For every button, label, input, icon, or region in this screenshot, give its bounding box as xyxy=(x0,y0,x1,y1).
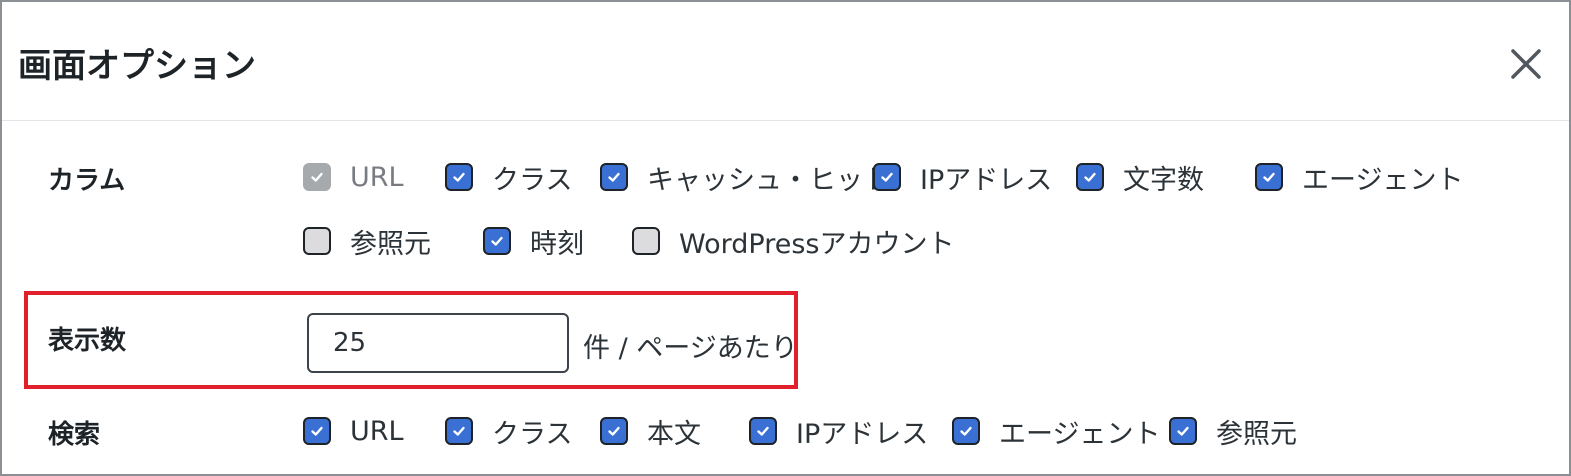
option-label: 本文 xyxy=(647,418,701,450)
check-icon xyxy=(608,426,620,436)
check-icon xyxy=(608,172,620,182)
column-option-wordpress-account[interactable]: WordPressアカウント xyxy=(632,224,955,260)
checkbox[interactable] xyxy=(632,227,660,255)
check-icon xyxy=(881,172,893,182)
checkbox[interactable] xyxy=(600,417,628,445)
search-option-agent[interactable]: エージェント xyxy=(952,414,1161,450)
checkbox[interactable] xyxy=(749,417,777,445)
close-icon xyxy=(1511,49,1541,79)
checkbox[interactable] xyxy=(600,163,628,191)
pagination-label: 表示数 xyxy=(48,326,127,356)
checkbox[interactable] xyxy=(1076,163,1104,191)
option-label: URL xyxy=(350,415,404,447)
dialog-title: 画面オプション xyxy=(18,46,256,86)
option-label: WordPressアカウント xyxy=(679,228,955,260)
check-icon xyxy=(1263,172,1275,182)
close-button[interactable] xyxy=(1504,42,1548,86)
option-label: エージェント xyxy=(1302,164,1464,196)
check-icon xyxy=(1177,426,1189,436)
option-label: 参照元 xyxy=(1216,418,1297,450)
checkbox[interactable] xyxy=(303,163,331,191)
checkbox[interactable] xyxy=(445,417,473,445)
column-option-referrer[interactable]: 参照元 xyxy=(303,224,431,260)
search-option-referrer[interactable]: 参照元 xyxy=(1169,414,1297,450)
option-label: IPアドレス xyxy=(796,418,929,450)
option-label: URL xyxy=(350,161,404,193)
items-per-page-input[interactable] xyxy=(307,313,569,373)
check-icon xyxy=(311,172,323,182)
option-label: 時刻 xyxy=(530,228,584,260)
column-option-time[interactable]: 時刻 xyxy=(483,224,584,260)
checkbox[interactable] xyxy=(483,227,511,255)
column-option-ip-address[interactable]: IPアドレス xyxy=(873,160,1053,196)
check-icon xyxy=(311,426,323,436)
check-icon xyxy=(453,172,465,182)
search-option-url[interactable]: URL xyxy=(303,414,404,448)
option-label: IPアドレス xyxy=(920,164,1053,196)
check-icon xyxy=(757,426,769,436)
column-option-class[interactable]: クラス xyxy=(445,160,573,196)
option-label: クラス xyxy=(492,418,573,450)
checkbox[interactable] xyxy=(952,417,980,445)
option-label: 文字数 xyxy=(1123,164,1204,196)
checkbox[interactable] xyxy=(1255,163,1283,191)
column-option-char-count[interactable]: 文字数 xyxy=(1076,160,1204,196)
check-icon xyxy=(1084,172,1096,182)
option-label: キャッシュ・ヒット xyxy=(647,164,890,196)
checkbox[interactable] xyxy=(445,163,473,191)
checkbox[interactable] xyxy=(303,417,331,445)
search-label: 検索 xyxy=(48,420,101,450)
search-option-class[interactable]: クラス xyxy=(445,414,573,450)
option-label: エージェント xyxy=(999,418,1161,450)
screen-options-dialog: 画面オプション カラム URL クラス キャッシュ・ヒット IPアドレス 文字数… xyxy=(0,0,1571,476)
column-option-agent[interactable]: エージェント xyxy=(1255,160,1464,196)
option-label: 参照元 xyxy=(350,228,431,260)
per-page-suffix: 件 / ページあたり xyxy=(583,333,798,364)
check-icon xyxy=(491,236,503,246)
check-icon xyxy=(960,426,972,436)
search-option-body[interactable]: 本文 xyxy=(600,414,701,450)
checkbox[interactable] xyxy=(303,227,331,255)
check-icon xyxy=(453,426,465,436)
option-label: クラス xyxy=(492,164,573,196)
column-option-url[interactable]: URL xyxy=(303,160,404,194)
column-option-cache-hit[interactable]: キャッシュ・ヒット xyxy=(600,160,890,196)
search-option-ip-address[interactable]: IPアドレス xyxy=(749,414,929,450)
dialog-header: 画面オプション xyxy=(2,2,1569,121)
columns-label: カラム xyxy=(48,166,126,196)
checkbox[interactable] xyxy=(873,163,901,191)
checkbox[interactable] xyxy=(1169,417,1197,445)
